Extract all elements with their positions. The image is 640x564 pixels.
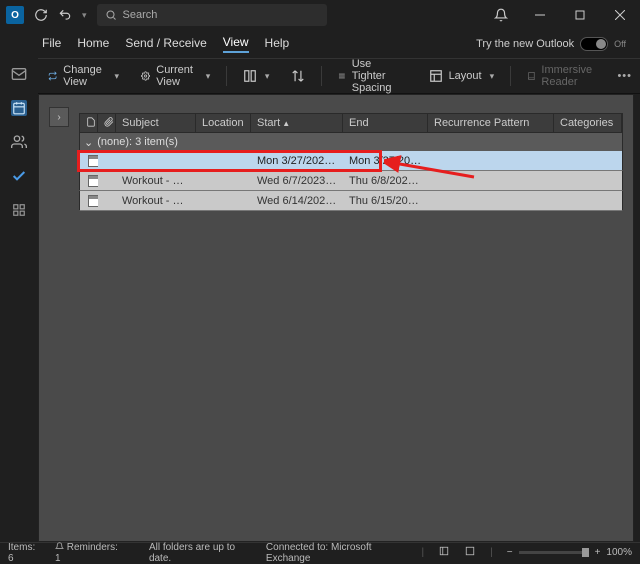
col-end[interactable]: End <box>343 114 428 132</box>
reader-icon <box>527 69 536 83</box>
table-row[interactable]: Workout - Back & tri… Wed 6/7/2023 12:… … <box>79 171 623 191</box>
window-controls <box>520 0 640 30</box>
maximize-button[interactable] <box>560 0 600 30</box>
items-grid: Subject Location Start▲ End Recurrence P… <box>79 113 623 211</box>
view-normal-icon[interactable] <box>438 546 450 559</box>
try-new-outlook-toggle[interactable] <box>580 37 608 51</box>
table-row[interactable]: Workout - Back & tri… Wed 6/14/2023 1… T… <box>79 191 623 211</box>
people-rail-icon[interactable] <box>11 134 27 150</box>
group-header-row[interactable]: ⌄ (none): 3 item(s) <box>79 133 623 151</box>
layout-button[interactable]: Layout▾ <box>423 65 501 87</box>
sort-asc-icon: ▲ <box>282 119 290 128</box>
outlook-logo: O <box>6 6 24 24</box>
change-view-icon <box>48 69 57 83</box>
menu-send-receive[interactable]: Send / Receive <box>125 36 206 52</box>
menu-bar: File Home Send / Receive View Help Try t… <box>0 30 640 58</box>
ribbon-overflow[interactable]: ••• <box>617 70 632 82</box>
zoom-slider[interactable] <box>519 551 589 554</box>
sort-button[interactable] <box>285 65 311 87</box>
col-attachment[interactable] <box>98 114 116 132</box>
col-subject[interactable]: Subject <box>116 114 196 132</box>
col-recurrence[interactable]: Recurrence Pattern <box>428 114 554 132</box>
close-button[interactable] <box>600 0 640 30</box>
ribbon: Change View▾ Current View▾ ▾ Use Tighter… <box>0 58 640 94</box>
todo-rail-icon[interactable] <box>11 168 27 184</box>
appointment-icon <box>88 195 98 207</box>
undo-icon[interactable] <box>58 8 72 22</box>
mail-rail-icon[interactable] <box>11 66 27 82</box>
immersive-reader-button: Immersive Reader <box>521 60 604 92</box>
apps-rail-icon[interactable] <box>11 202 27 218</box>
menu-view[interactable]: View <box>223 35 249 53</box>
toggle-state: Off <box>614 39 626 49</box>
content-area: › Subject Location Start▲ End Recurrence… <box>38 94 634 542</box>
sort-icon <box>291 69 305 83</box>
col-location[interactable]: Location <box>196 114 251 132</box>
expand-pane-button[interactable]: › <box>49 107 69 127</box>
layout-icon <box>429 69 443 83</box>
title-bar: O ▾ Search <box>0 0 640 30</box>
status-folders: All folders are up to date. <box>149 542 252 564</box>
gear-icon <box>141 69 150 83</box>
appointment-icon <box>88 155 98 167</box>
search-placeholder: Search <box>123 9 158 21</box>
zoom-value: 100% <box>606 547 632 558</box>
bell-icon[interactable] <box>494 8 508 22</box>
sync-icon[interactable] <box>34 8 48 22</box>
minimize-button[interactable] <box>520 0 560 30</box>
status-bar: Items: 6 Reminders: 1 All folders are up… <box>0 542 640 562</box>
zoom-control[interactable]: − + 100% <box>507 547 632 558</box>
status-connected: Connected to: Microsoft Exchange <box>266 542 408 564</box>
col-icon[interactable] <box>80 114 98 132</box>
col-categories[interactable]: Categories <box>554 114 622 132</box>
zoom-in-icon[interactable]: + <box>595 547 601 558</box>
col-start[interactable]: Start▲ <box>251 114 343 132</box>
columns-icon <box>243 69 257 83</box>
change-view-button[interactable]: Change View▾ <box>42 60 125 92</box>
zoom-out-icon[interactable]: − <box>507 547 513 558</box>
chevron-down-icon: ⌄ <box>84 136 93 149</box>
bell-icon <box>55 542 64 551</box>
search-icon <box>105 9 117 21</box>
try-new-outlook-label: Try the new Outlook <box>476 38 574 50</box>
view-reading-icon[interactable] <box>464 546 476 559</box>
status-reminders[interactable]: Reminders: 1 <box>55 542 121 564</box>
calendar-rail-icon[interactable] <box>11 100 27 116</box>
chevron-down-icon[interactable]: ▾ <box>82 10 87 21</box>
appointment-icon <box>88 175 98 187</box>
menu-home[interactable]: Home <box>77 36 109 52</box>
left-rail <box>0 28 38 542</box>
current-view-button[interactable]: Current View▾ <box>135 60 216 92</box>
menu-file[interactable]: File <box>42 36 61 52</box>
tighter-spacing-button[interactable]: Use Tighter Spacing <box>332 54 413 98</box>
search-box[interactable]: Search <box>97 4 327 26</box>
menu-help[interactable]: Help <box>265 36 290 52</box>
table-row[interactable]: Mon 3/27/2023 8… Mon 3/27/2023 … <box>79 151 623 171</box>
grid-header: Subject Location Start▲ End Recurrence P… <box>79 113 623 133</box>
spacing-icon <box>338 69 346 83</box>
columns-button[interactable]: ▾ <box>237 65 276 87</box>
status-items: Items: 6 <box>8 542 41 564</box>
